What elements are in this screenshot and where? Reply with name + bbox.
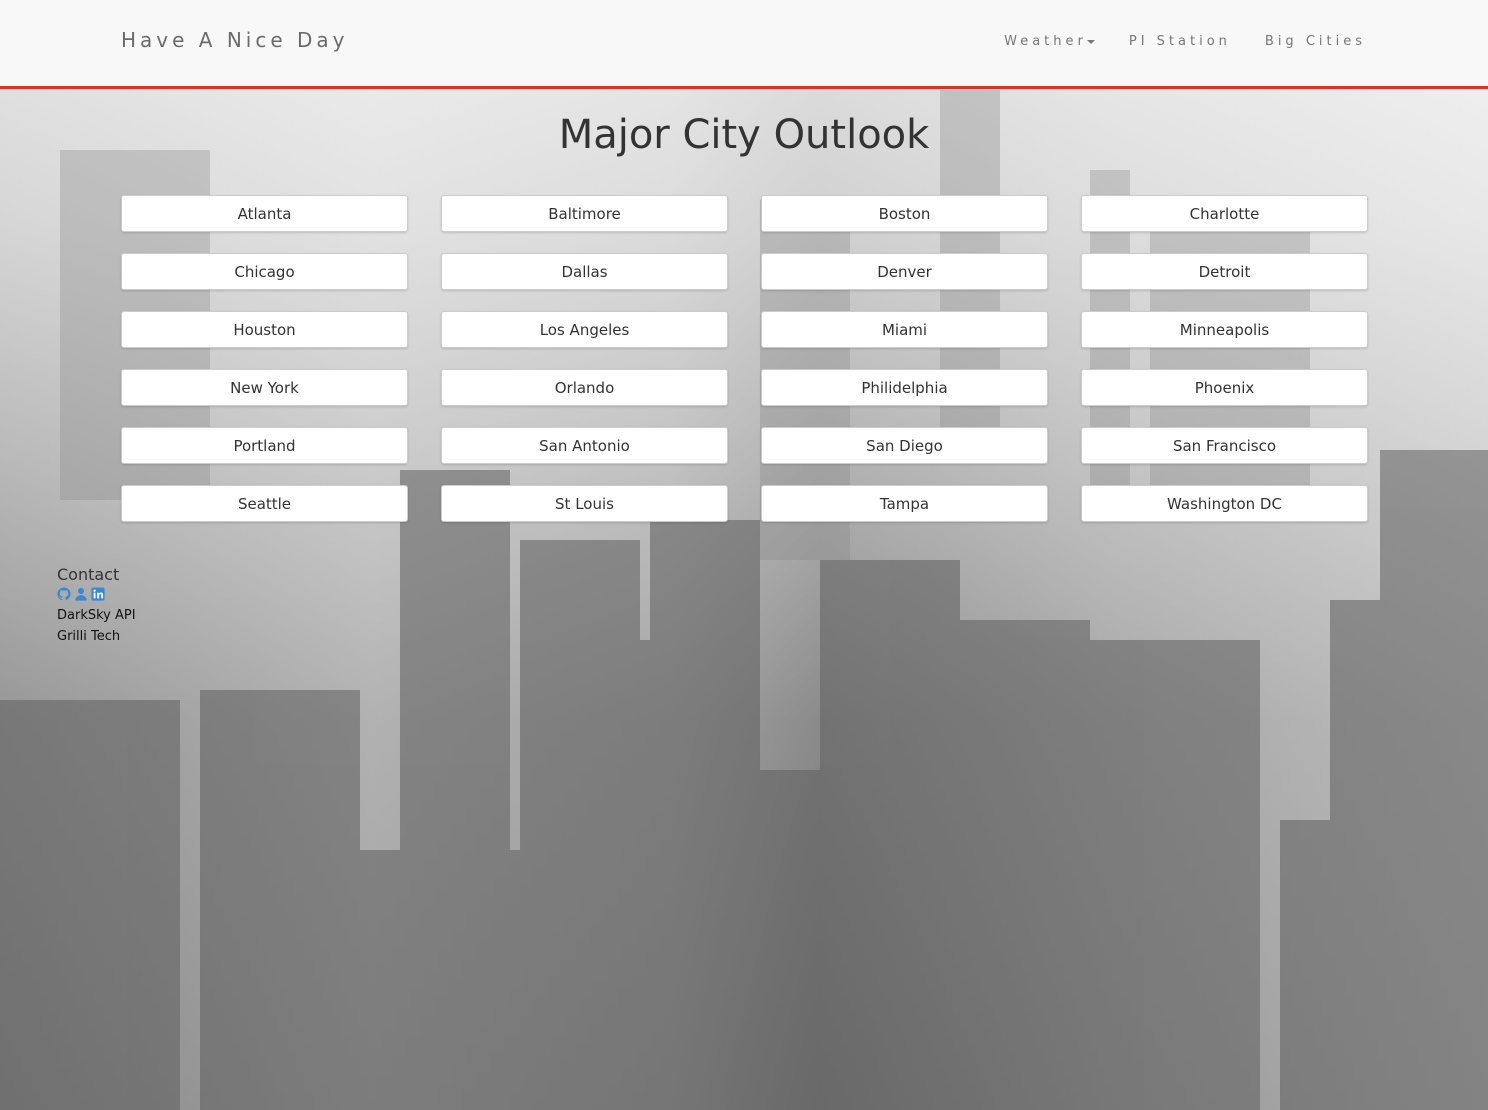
caret-down-icon — [1086, 39, 1095, 44]
background-image — [0, 0, 1488, 1110]
city-button-san-francisco[interactable]: San Francisco — [1081, 427, 1368, 464]
city-button-baltimore[interactable]: Baltimore — [441, 195, 728, 232]
city-button-miami[interactable]: Miami — [761, 311, 1048, 348]
city-button-portland[interactable]: Portland — [121, 427, 408, 464]
city-button-denver[interactable]: Denver — [761, 253, 1048, 290]
nav-big-cities[interactable]: Big Cities — [1265, 34, 1366, 49]
nav-weather-dropdown[interactable]: Weather — [1004, 34, 1095, 49]
contact-section: Contact DarkSky API Grilli Tech — [57, 565, 136, 647]
city-button-new-york[interactable]: New York — [121, 369, 408, 406]
page-title: Major City Outlook — [558, 112, 930, 158]
city-button-los-angeles[interactable]: Los Angeles — [441, 311, 728, 348]
city-button-philidelphia[interactable]: Philidelphia — [761, 369, 1048, 406]
city-button-phoenix[interactable]: Phoenix — [1081, 369, 1368, 406]
nav-links: Weather PI Station Big Cities — [1004, 34, 1366, 49]
city-button-tampa[interactable]: Tampa — [761, 485, 1048, 522]
brand-link[interactable]: Have A Nice Day — [121, 28, 349, 52]
github-icon[interactable] — [57, 587, 71, 601]
city-button-washington-dc[interactable]: Washington DC — [1081, 485, 1368, 522]
city-button-st-louis[interactable]: St Louis — [441, 485, 728, 522]
city-button-orlando[interactable]: Orlando — [441, 369, 728, 406]
city-button-chicago[interactable]: Chicago — [121, 253, 408, 290]
city-button-san-antonio[interactable]: San Antonio — [441, 427, 728, 464]
city-button-minneapolis[interactable]: Minneapolis — [1081, 311, 1368, 348]
city-button-grid: Atlanta Baltimore Boston Charlotte Chica… — [121, 195, 1368, 522]
city-button-atlanta[interactable]: Atlanta — [121, 195, 408, 232]
city-button-seattle[interactable]: Seattle — [121, 485, 408, 522]
nav-pi-station[interactable]: PI Station — [1129, 34, 1231, 49]
city-button-boston[interactable]: Boston — [761, 195, 1048, 232]
nav-weather-label: Weather — [1004, 34, 1087, 49]
city-button-charlotte[interactable]: Charlotte — [1081, 195, 1368, 232]
top-navbar: Have A Nice Day Weather PI Station Big C… — [0, 0, 1488, 89]
user-icon[interactable] — [74, 587, 88, 601]
city-skyline-illustration — [0, 90, 1488, 1110]
city-button-san-diego[interactable]: San Diego — [761, 427, 1048, 464]
linkedin-icon[interactable] — [91, 587, 105, 601]
city-button-dallas[interactable]: Dallas — [441, 253, 728, 290]
city-button-houston[interactable]: Houston — [121, 311, 408, 348]
darksky-api-link[interactable]: DarkSky API — [57, 605, 136, 626]
contact-icons — [57, 587, 136, 601]
contact-heading: Contact — [57, 565, 120, 584]
city-button-detroit[interactable]: Detroit — [1081, 253, 1368, 290]
grilli-tech-link[interactable]: Grilli Tech — [57, 626, 136, 647]
